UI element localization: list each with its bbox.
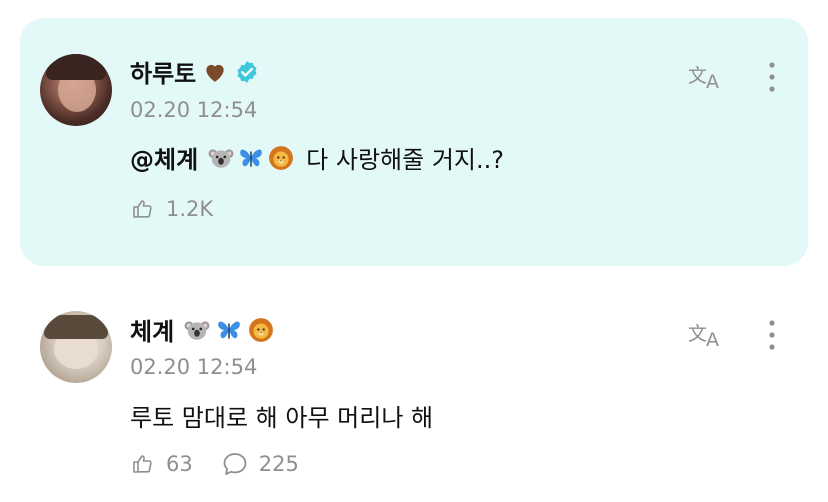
post[interactable]: 체계 02.20 12:54 루토 맘대로 해 아무 머리나 해 63 225 … [0,290,828,502]
post-text: 다 사랑해줄 거지..? [306,146,504,174]
avatar[interactable] [40,311,112,383]
koala-icon [184,320,210,340]
more-options-icon[interactable] [760,60,784,94]
butterfly-icon [240,149,263,167]
post-body: 루토 맘대로 해 아무 머리나 해 [130,398,433,433]
like-count: 1.2K [166,197,214,221]
svg-text:A: A [706,71,719,92]
svg-text:文: 文 [688,323,707,345]
verified-badge-icon [237,60,257,83]
author-name-row: 체계 [130,312,274,347]
timestamp: 02.20 12:54 [130,98,258,122]
post-body: @체계 다 사랑해줄 거지..? [130,140,504,175]
author-name[interactable]: 체계 [130,312,174,347]
lion-icon [249,317,274,342]
koala-icon [208,148,234,168]
avatar[interactable] [40,54,112,126]
post-stats: 1.2K [130,196,231,222]
like-icon[interactable] [130,196,156,222]
mention-link[interactable]: @체계 [130,140,198,175]
comment-count: 225 [258,452,299,476]
timestamp: 02.20 12:54 [130,355,258,379]
more-options-icon[interactable] [760,318,784,352]
like-icon[interactable] [130,451,156,477]
lion-icon [269,145,294,170]
like-stat[interactable]: 63 [130,451,193,477]
brown-heart-icon [206,64,224,82]
svg-text:文: 文 [688,65,707,87]
like-count: 63 [166,452,193,476]
like-stat[interactable]: 1.2K [130,196,213,222]
author-name[interactable]: 하루토 [130,54,196,89]
translate-icon[interactable]: 文 A [686,318,726,350]
svg-text:A: A [706,329,719,350]
butterfly-icon [218,321,241,339]
author-name-row: 하루토 [130,54,260,89]
comment-icon[interactable] [221,450,249,478]
comment-stat[interactable]: 225 [221,450,299,478]
translate-icon[interactable]: 文 A [686,60,726,92]
post-stats: 63 225 [130,450,317,478]
post-text: 루토 맘대로 해 아무 머리나 해 [130,404,434,432]
post[interactable]: 하루토 02.20 12:54 @체계 다 사랑해줄 거지..? 1.2K 文 … [0,18,828,266]
